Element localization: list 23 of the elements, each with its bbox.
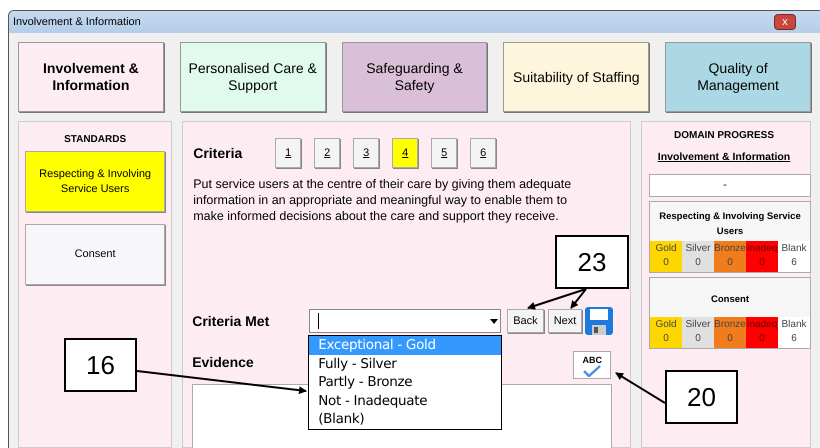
grade-cell: Silver 0 <box>682 240 714 272</box>
standard-name: Consent <box>710 293 750 308</box>
evidence-label: Evidence <box>192 353 254 372</box>
callout-box: 16 <box>64 338 137 392</box>
grade-cell: Inadeq 0 <box>746 240 778 272</box>
grade-cell: Bronze 0 <box>714 240 746 272</box>
grade-cell: Blank 6 <box>778 240 810 272</box>
progress-value-field: - <box>649 174 811 197</box>
criteria-description: Put service users at the centre of their care by giving them adequate information in an appropriate and meaningful way to enable them to make informed decisions about the care and support they receive. <box>193 176 572 224</box>
grade-cell: Silver 0 <box>682 316 714 348</box>
standard-name: Respecting & Involving Service Users <box>658 210 802 239</box>
grade-cell: Gold 0 <box>650 240 682 272</box>
grade-cell: Blank 6 <box>778 316 810 348</box>
criteria-label: Criteria <box>193 144 244 162</box>
criteria-met-label: Criteria Met <box>192 312 270 330</box>
grade-cell: Gold 0 <box>650 316 682 348</box>
callout-box: 20 <box>665 370 738 424</box>
grade-cell: Bronze 0 <box>714 316 746 348</box>
window-title: Involvement & Information <box>13 14 141 30</box>
grade-cell: Inadeq 0 <box>746 316 778 348</box>
standards-heading: STANDARDS <box>64 133 126 147</box>
callout-box: 23 <box>555 235 629 289</box>
progress-heading: DOMAIN PROGRESS <box>672 129 775 143</box>
